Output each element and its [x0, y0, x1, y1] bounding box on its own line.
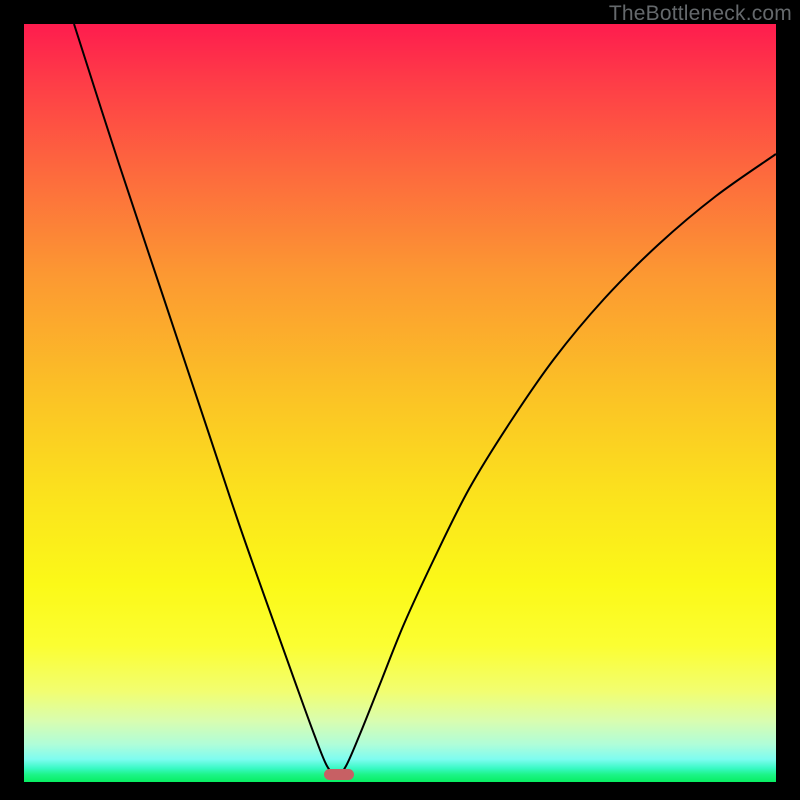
chart-frame [24, 24, 776, 782]
bottleneck-curve [24, 24, 776, 782]
optimum-marker [324, 769, 354, 780]
curve-path [74, 24, 776, 775]
watermark-text: TheBottleneck.com [609, 2, 792, 26]
